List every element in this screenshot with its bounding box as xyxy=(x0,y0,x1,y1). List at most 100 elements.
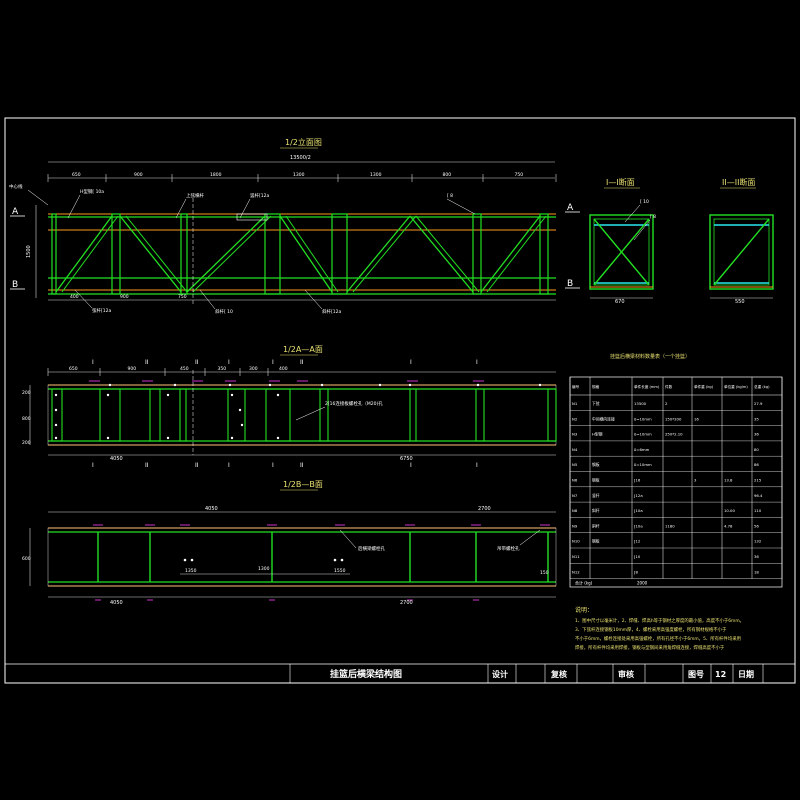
planA-section-mark: II xyxy=(145,359,149,366)
planA-side-dim-3: 200 xyxy=(22,440,31,446)
planA-bottom-dim-1: 4050 xyxy=(110,456,123,462)
section1-width-dim: 670 xyxy=(615,299,625,305)
callout-h-beam: H型钢[ 10a xyxy=(80,188,104,195)
planA-section-mark: I xyxy=(92,359,94,366)
table-cell: δ=10mm xyxy=(634,462,652,467)
table-cell: N5 xyxy=(572,462,578,467)
table-cell: N2 xyxy=(572,416,578,421)
elevation-segment-dim: 1300 xyxy=(293,172,305,178)
section-mark-b-left: B xyxy=(12,280,18,290)
bolt-hole xyxy=(54,393,58,397)
table-cell: 中间横向连接 xyxy=(592,416,615,421)
table-cell: 35 xyxy=(754,416,759,421)
planA-section-mark: I xyxy=(476,359,478,366)
bolt-hole xyxy=(106,393,110,397)
table-cell: [8 xyxy=(634,569,638,574)
planA-section-mark-bottom: I xyxy=(272,462,274,469)
planA-section-mark-bottom: II xyxy=(145,462,149,469)
bolt-hole xyxy=(166,436,170,440)
planA-section-mark: I xyxy=(272,359,274,366)
table-cell: 250*2.10 xyxy=(665,432,683,437)
bolt-hole xyxy=(238,408,242,412)
elevation-bottom-dim-1: 400 xyxy=(70,294,79,300)
bolt-hole xyxy=(340,558,344,562)
bolt-hole xyxy=(230,436,234,440)
planB-mid-dim-2: 1300 xyxy=(258,566,270,572)
bolt-hole xyxy=(320,383,324,387)
table-cell: N4 xyxy=(572,447,578,452)
section1-label-c10: [ 10 xyxy=(640,199,649,205)
section-mark-a-left: A xyxy=(12,207,19,217)
table-total-label: 合计 (kg) xyxy=(575,580,593,586)
planA-section-mark: I xyxy=(228,359,230,366)
elevation-bottom-dim-3: 750 xyxy=(178,294,187,300)
callout-diag-10: 斜杆[ 10 xyxy=(215,308,233,315)
table-cell: 18 xyxy=(754,569,759,574)
section1-label-c8: [ 8 xyxy=(650,214,656,220)
bolt-hole xyxy=(183,558,187,562)
planA-section-mark: I xyxy=(410,359,412,366)
table-cell: 钢板 xyxy=(592,462,600,467)
callout-centerline: 中心线 xyxy=(9,183,23,190)
table-cell: 斜杆 xyxy=(592,508,600,513)
planB-bottom-dim-1: 4050 xyxy=(110,600,123,606)
section-mark-a-right: A xyxy=(567,203,574,213)
table-cell: H型钢 xyxy=(592,432,603,437)
table-header-cell: 单位重 (kg/m) xyxy=(724,384,748,389)
planA-top-dim: 300 xyxy=(249,366,258,372)
section1-title: I—I断面 xyxy=(606,177,635,187)
table-cell: δ=6mm xyxy=(634,447,650,452)
table-cell: 1180 xyxy=(665,523,675,528)
table-cell: N11 xyxy=(572,554,580,559)
planA-section-mark: II xyxy=(300,359,304,366)
title-block-review: 复核 xyxy=(550,669,567,679)
table-header-cell: 编号 xyxy=(572,384,580,389)
note-line-4: 焊接，所有杆件均采用焊接，钢板与型钢间采用角焊缝连接，焊缝高度不小于 xyxy=(575,644,725,651)
note-line-1: 1、图中尺寸以毫米计，2、焊缝、焊高h等于钢材之厚度的最小值，高度不小于6mm。 xyxy=(575,617,744,624)
table-cell: N12 xyxy=(572,569,580,574)
elevation-segment-dim: 750 xyxy=(515,172,524,178)
table-cell: N3 xyxy=(572,432,578,437)
bolt-hole xyxy=(408,383,412,387)
bolt-hole xyxy=(268,383,272,387)
bolt-hole xyxy=(54,408,58,412)
table-cell: 150*200 xyxy=(665,416,682,421)
planB-top-dim-2: 2700 xyxy=(478,506,491,512)
bolt-hole xyxy=(166,393,170,397)
table-cell: N7 xyxy=(572,493,578,498)
table-cell: 132 xyxy=(754,539,762,544)
table-header-cell: 规格 xyxy=(592,384,600,389)
table-cell: 13500 xyxy=(634,401,647,406)
table-cell: δ=10mm xyxy=(634,432,652,437)
table-cell: 10.00 xyxy=(724,508,735,513)
bolt-hole xyxy=(54,436,58,440)
table-cell: 56 xyxy=(754,523,759,528)
bolt-hole xyxy=(106,436,110,440)
table-cell: N1 xyxy=(572,401,578,406)
cad-drawing-canvas: 1/2立面图 13500/2 650 900 1800 1300 1300 800 750 … xyxy=(0,0,800,800)
section-mark-b-right: B xyxy=(567,279,573,289)
table-cell: δ=10mm xyxy=(634,416,652,421)
planA-section-mark-bottom: I xyxy=(92,462,94,469)
planA-section-mark-bottom: I xyxy=(228,462,230,469)
table-cell: 13.8 xyxy=(724,478,733,483)
table-cell: 钢板 xyxy=(592,539,600,544)
bolt-hole xyxy=(190,558,194,562)
elevation-segment-dim: 650 xyxy=(72,172,81,178)
planB-callout-hanger: 吊带螺栓孔 xyxy=(497,545,520,552)
table-cell: [12a xyxy=(634,493,643,498)
planB-mid-dim-1: 1350 xyxy=(185,568,197,574)
table-header-cell: 总重 (kg) xyxy=(754,384,770,389)
bolt-hole xyxy=(276,393,280,397)
bolt-hole xyxy=(378,383,382,387)
table-cell: 36 xyxy=(754,432,759,437)
planA-bottom-dim-2: 6750 xyxy=(400,456,413,462)
planA-section-mark-bottom: I xyxy=(410,462,412,469)
planB-side-dim: 600 xyxy=(22,556,31,562)
planA-top-dim: 350 xyxy=(218,366,227,372)
table-cell: N6 xyxy=(572,478,578,483)
callout-diag-12a: 斜杆[12a xyxy=(322,308,341,315)
title-block-drawing-no: 12 xyxy=(715,670,726,679)
table-header-cell: 单件长度 (mm) xyxy=(634,384,660,389)
table-cell: N10 xyxy=(572,539,580,544)
